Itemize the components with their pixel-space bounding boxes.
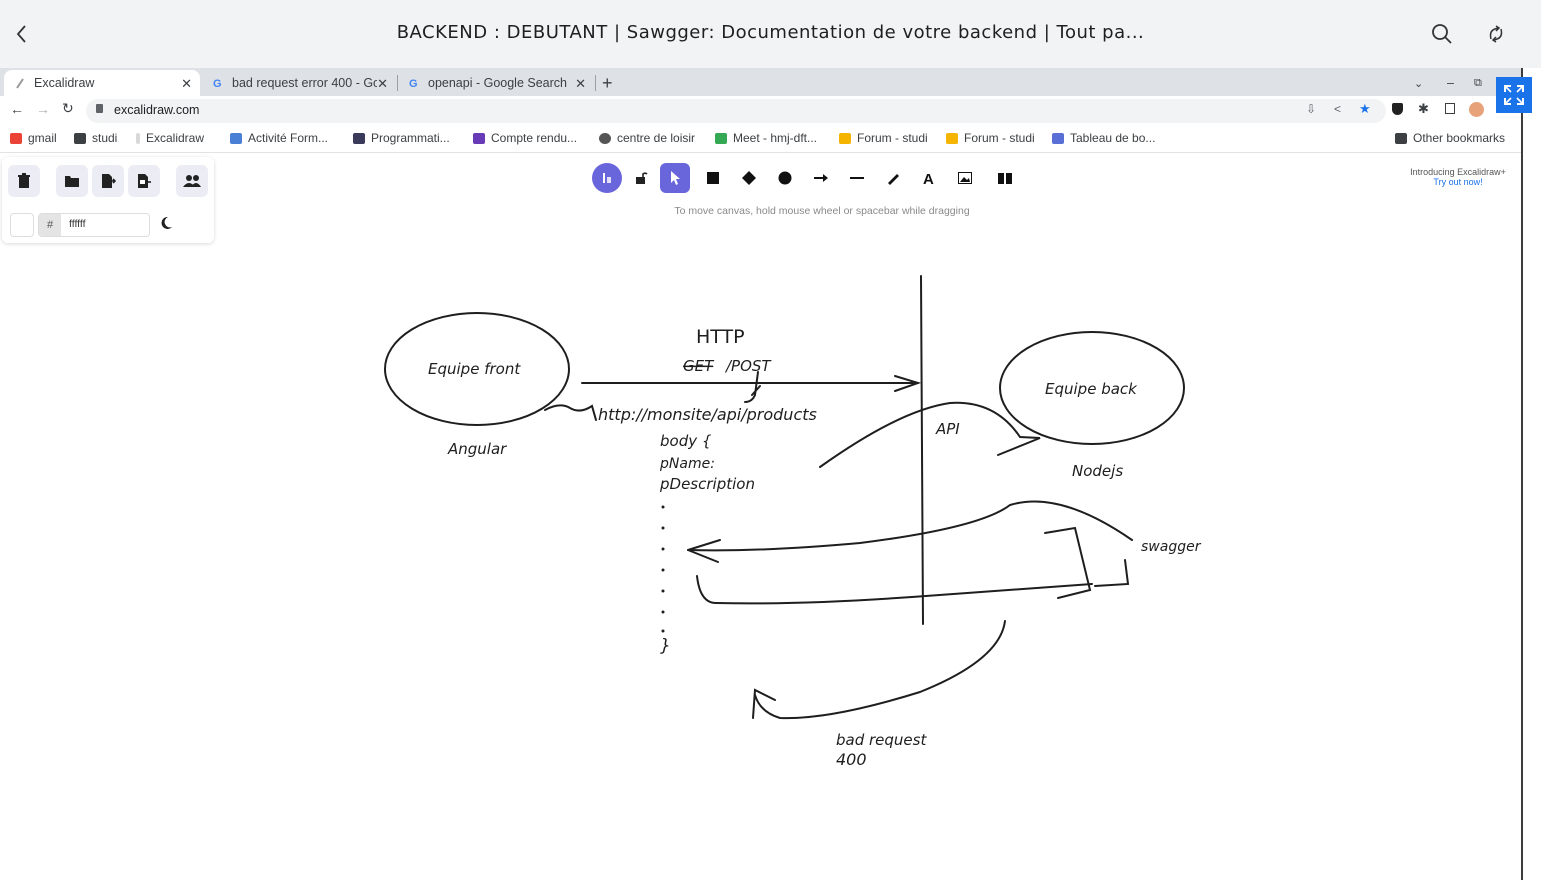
tab-separator xyxy=(397,75,398,91)
excalidraw-plus-promo[interactable]: Introducing Excalidraw+ Try out now! xyxy=(1398,167,1518,187)
minimize-icon[interactable]: – xyxy=(1447,70,1463,96)
tab-excalidraw[interactable]: Excalidraw ✕ xyxy=(4,70,200,96)
forms-icon xyxy=(473,132,485,144)
extension-shield-icon[interactable] xyxy=(1392,103,1403,115)
image-tool-icon[interactable] xyxy=(950,163,980,193)
bookmark-gmail[interactable]: gmail xyxy=(10,131,57,145)
moon-icon[interactable] xyxy=(158,215,176,233)
svg-text:A: A xyxy=(923,171,934,185)
new-tab-button[interactable]: + xyxy=(602,70,624,96)
line-tool-icon[interactable] xyxy=(842,163,872,193)
color-value: ffffff xyxy=(69,218,86,230)
tab-bad-request[interactable]: G bad request error 400 - Go ✕ xyxy=(202,70,396,96)
restore-icon[interactable]: ⧉ xyxy=(1474,70,1490,96)
export-image-icon[interactable] xyxy=(128,165,160,197)
bookmark-compte-rendu[interactable]: Compte rendu... xyxy=(473,131,577,145)
canvas-actions-panel: # ffffff xyxy=(2,157,214,243)
gmail-icon xyxy=(10,132,22,144)
avatar[interactable] xyxy=(1469,102,1484,117)
address-bar: ← → ↻ excalidraw.com ⇩ < ★ ✱ xyxy=(0,96,1521,126)
tab-label: bad request error 400 - Go xyxy=(232,76,377,90)
library-badge-icon[interactable] xyxy=(592,163,622,193)
excalidraw-favicon-icon xyxy=(14,77,26,89)
meet-icon xyxy=(715,132,727,144)
bookmark-centre-loisir[interactable]: centre de loisir xyxy=(599,131,695,145)
omnibox[interactable]: excalidraw.com ⇩ < ★ xyxy=(86,99,1386,123)
back-arrow-icon[interactable]: ← xyxy=(10,101,24,117)
studi-icon xyxy=(839,132,851,144)
color-hash: # xyxy=(39,214,61,236)
scrollbar-edge xyxy=(1521,68,1541,880)
save-file-icon[interactable] xyxy=(92,165,124,197)
collaborate-icon[interactable] xyxy=(176,165,208,197)
promo-link: Try out now! xyxy=(1433,177,1483,187)
url-text: excalidraw.com xyxy=(114,103,200,117)
bookmark-studi[interactable]: studi xyxy=(74,131,117,145)
tab-search-chevron-icon[interactable]: ⌄ xyxy=(1414,70,1430,96)
tab-strip: Excalidraw ✕ G bad request error 400 - G… xyxy=(0,68,1521,96)
excalidraw-canvas[interactable] xyxy=(0,153,1521,880)
close-icon[interactable]: ✕ xyxy=(377,76,388,92)
reload-icon[interactable]: ↻ xyxy=(62,100,74,117)
bookmark-other[interactable]: Other bookmarks xyxy=(1395,131,1505,145)
google-favicon-icon: G xyxy=(212,77,224,90)
video-title: BACKEND : DEBUTANT | Sawgger: Documentat… xyxy=(396,22,1145,43)
bookmark-tableau[interactable]: Tableau de bo... xyxy=(1052,131,1155,145)
share-icon[interactable]: < xyxy=(1334,102,1341,116)
activity-icon xyxy=(230,132,242,144)
programming-icon xyxy=(353,132,365,144)
tab-label: openapi - Google Search xyxy=(428,76,567,90)
bookmark-star-icon[interactable]: ★ xyxy=(1359,101,1371,117)
search-icon[interactable] xyxy=(1428,20,1456,48)
lock-icon[interactable] xyxy=(626,163,656,193)
arrow-tool-icon[interactable] xyxy=(806,163,836,193)
library-book-icon[interactable] xyxy=(990,163,1020,193)
tab-separator xyxy=(595,75,596,91)
svg-text:G: G xyxy=(409,78,418,89)
tab-openapi[interactable]: G openapi - Google Search ✕ xyxy=(398,70,594,96)
google-favicon-icon: G xyxy=(408,77,420,90)
diamond-tool-icon[interactable] xyxy=(734,163,764,193)
folder-icon xyxy=(74,132,86,144)
forward-arrow-icon[interactable]: → xyxy=(36,101,50,117)
trash-icon[interactable] xyxy=(8,165,40,197)
folder-icon xyxy=(1395,132,1407,144)
excalidraw-icon xyxy=(136,132,140,144)
side-panel-icon[interactable] xyxy=(1445,103,1455,114)
promo-title: Introducing Excalidraw+ xyxy=(1410,167,1506,177)
install-icon[interactable]: ⇩ xyxy=(1306,102,1316,116)
tableau-icon xyxy=(1052,132,1064,144)
close-icon[interactable]: ✕ xyxy=(575,76,586,92)
fullscreen-icon[interactable] xyxy=(1496,77,1532,113)
viewer-header: BACKEND : DEBUTANT | Sawgger: Documentat… xyxy=(0,0,1541,68)
ellipse-tool-icon[interactable] xyxy=(770,163,800,193)
bookmarks-bar: gmail studi Excalidraw Activité Form... … xyxy=(0,126,1521,153)
pencil-tool-icon[interactable] xyxy=(878,163,908,193)
open-folder-icon[interactable] xyxy=(56,165,88,197)
canvas-hint: To move canvas, hold mouse wheel or spac… xyxy=(674,205,970,217)
background-color-swatch[interactable] xyxy=(10,213,34,237)
studi-icon xyxy=(946,132,958,144)
background-color-input[interactable]: # ffffff xyxy=(38,213,150,237)
tab-label: Excalidraw xyxy=(34,76,95,90)
lock-icon xyxy=(96,104,103,113)
shape-toolbar: A xyxy=(590,160,1022,196)
bookmark-forum-2[interactable]: Forum - studi xyxy=(946,131,1035,145)
bookmark-excalidraw[interactable]: Excalidraw xyxy=(136,131,204,145)
globe-icon xyxy=(599,132,611,144)
svg-text:G: G xyxy=(213,78,222,89)
rectangle-tool-icon[interactable] xyxy=(698,163,728,193)
close-icon[interactable]: ✕ xyxy=(181,76,192,92)
rotate-icon[interactable] xyxy=(1482,20,1510,48)
extensions-puzzle-icon[interactable]: ✱ xyxy=(1418,101,1429,117)
bookmark-activite[interactable]: Activité Form... xyxy=(230,131,328,145)
selection-tool-icon[interactable] xyxy=(660,163,690,193)
bookmark-meet[interactable]: Meet - hmj-dft... xyxy=(715,131,817,145)
bookmark-programmation[interactable]: Programmati... xyxy=(353,131,450,145)
text-tool-icon[interactable]: A xyxy=(914,163,944,193)
bookmark-forum-1[interactable]: Forum - studi xyxy=(839,131,928,145)
